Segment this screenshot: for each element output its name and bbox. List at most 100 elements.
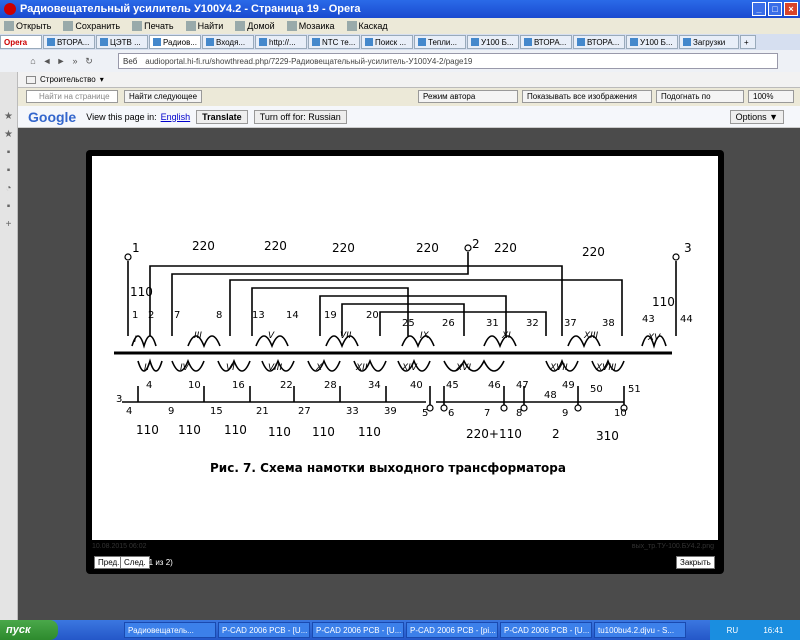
taskbar-item[interactable]: P-CAD 2006 PCB - [U... — [500, 622, 592, 638]
svg-text:13: 13 — [252, 310, 265, 321]
author-mode-select[interactable]: Режим автора — [418, 90, 518, 103]
system-tray: RU 16:41 — [710, 620, 800, 640]
panel-icon[interactable]: ▪ — [4, 202, 14, 212]
notes-icon[interactable]: ▪ — [4, 148, 14, 158]
svg-text:26: 26 — [442, 318, 455, 329]
tile-button[interactable]: Мозаика — [286, 21, 335, 31]
svg-text:16: 16 — [232, 380, 245, 391]
svg-text:1: 1 — [132, 310, 138, 321]
language-indicator[interactable]: RU — [727, 626, 739, 635]
svg-text:9: 9 — [168, 406, 174, 417]
bookmark-folder[interactable]: Строительство — [40, 75, 96, 84]
close-button[interactable]: × — [784, 2, 798, 16]
svg-text:50: 50 — [590, 384, 603, 395]
taskbar-item[interactable]: tu100bu4.2.djvu - S... — [594, 622, 686, 638]
url-text: audioportal.hi-fi.ru/showthread.php/7229… — [145, 56, 473, 66]
mail-panel-icon[interactable]: ▪ — [4, 166, 14, 176]
tab-active[interactable]: Радиов... — [149, 35, 201, 49]
svg-text:7: 7 — [174, 310, 180, 321]
back-icon[interactable]: ◄ — [40, 56, 54, 66]
widgets-icon[interactable]: ★ — [4, 130, 14, 140]
taskbar-item[interactable]: P-CAD 2006 PCB - [U... — [218, 622, 310, 638]
title-bar: Радиовещательный усилитель У100У4.2 - Ст… — [0, 0, 800, 18]
svg-text:2: 2 — [148, 310, 154, 321]
tab[interactable]: Тепли... — [414, 35, 466, 49]
zoom-select[interactable]: 100% — [748, 90, 794, 103]
winding-diagram: 1 2 3 220 220 220 220 220 220 110 110 I … — [114, 237, 693, 475]
svg-text:49: 49 — [562, 380, 575, 391]
tab[interactable]: NTC те... — [308, 35, 360, 49]
page-icon — [524, 38, 532, 46]
translate-button[interactable]: Translate — [196, 109, 248, 124]
tab[interactable]: ВТОРА... — [573, 35, 625, 49]
print-button[interactable]: Печать — [132, 21, 174, 31]
lightbox-close-button[interactable]: Закрыть — [676, 556, 715, 569]
save-button[interactable]: Сохранить — [63, 21, 120, 31]
svg-text:19: 19 — [324, 310, 337, 321]
language-select[interactable]: English — [161, 112, 191, 122]
tab[interactable]: ВТОРА... — [43, 35, 95, 49]
svg-text:25: 25 — [402, 318, 415, 329]
taskbar-item[interactable]: P-CAD 2006 PCB - [U... — [312, 622, 404, 638]
svg-text:47: 47 — [516, 380, 529, 391]
opera-menu-button[interactable]: Opera — [0, 35, 42, 49]
open-button[interactable]: Открыть — [4, 21, 51, 31]
address-bar: ⌂ ◄ ► » ↻ Веб audioportal.hi-fi.ru/showt… — [0, 50, 800, 72]
image-info: 10.08.2015 06:02 вых_тр.ТУ-100.БУ4.2.png — [92, 543, 718, 553]
winding-label: III — [194, 331, 202, 341]
tab[interactable]: У100 Б... — [467, 35, 519, 49]
voltage-label: 220 — [264, 239, 287, 253]
translate-prompt: View this page in: — [86, 111, 157, 122]
minimize-button[interactable]: _ — [752, 2, 766, 16]
svg-text:15: 15 — [210, 406, 223, 417]
find-next-button[interactable]: Найти следующее — [124, 90, 203, 103]
voltage-label: 110 — [268, 425, 291, 439]
maximize-button[interactable]: □ — [768, 2, 782, 16]
forward-icon[interactable]: ► — [54, 56, 68, 66]
history-icon[interactable]: ◔ — [4, 184, 14, 194]
add-tab-button[interactable]: + — [740, 35, 756, 49]
svg-text:8: 8 — [216, 310, 222, 321]
find-button[interactable]: Найти — [185, 21, 223, 31]
add-panel-icon[interactable]: + — [4, 220, 14, 230]
svg-text:7: 7 — [484, 408, 490, 419]
winding-label: XI — [501, 331, 511, 341]
tab[interactable]: ВТОРА... — [520, 35, 572, 49]
taskbar-item[interactable]: P-CAD 2006 PCB - [pi... — [406, 622, 498, 638]
tab[interactable]: Входя... — [202, 35, 254, 49]
google-logo: Google — [28, 108, 77, 125]
cascade-button[interactable]: Каскад — [346, 21, 388, 31]
taskbar: пуск Радиовещатель... P-CAD 2006 PCB - [… — [0, 620, 800, 640]
winding-label: V — [268, 331, 275, 341]
image-filename: вых_тр.ТУ-100.БУ4.2.png — [631, 543, 714, 550]
reload-icon[interactable]: ↻ — [82, 56, 96, 67]
tab[interactable]: У100 Б... — [626, 35, 678, 49]
tab[interactable]: Загрузки — [679, 35, 739, 49]
svg-text:39: 39 — [384, 406, 397, 417]
start-button[interactable]: пуск — [0, 620, 58, 640]
bookmarks-icon[interactable]: ★ — [4, 112, 14, 122]
prev-button[interactable]: Пред. — [94, 556, 124, 569]
home-nav-icon[interactable]: ⌂ — [26, 56, 40, 66]
tab[interactable]: Поиск ... — [361, 35, 413, 49]
home-button[interactable]: Домой — [235, 21, 275, 31]
find-input[interactable]: Найти на странице — [26, 90, 118, 103]
tab[interactable]: http://... — [255, 35, 307, 49]
fit-width-button[interactable]: Подогнать по ширине — [656, 90, 744, 113]
show-images-button[interactable]: Показывать все изображения — [522, 90, 652, 103]
turn-off-button[interactable]: Turn off for: Russian — [253, 109, 347, 124]
schematic-image: 1 2 3 220 220 220 220 220 220 110 110 I … — [92, 156, 718, 540]
tab[interactable]: ЦЭТВ ... — [96, 35, 148, 49]
find-icon — [185, 21, 196, 31]
fast-forward-icon[interactable]: » — [68, 56, 82, 66]
toolbar: Открыть Сохранить Печать Найти Домой Моз… — [0, 18, 800, 34]
page-icon — [577, 38, 585, 46]
taskbar-item[interactable]: Радиовещатель... — [124, 622, 216, 638]
web-label: Веб — [123, 56, 138, 66]
svg-text:27: 27 — [298, 406, 311, 417]
url-field[interactable]: Веб audioportal.hi-fi.ru/showthread.php/… — [118, 53, 778, 69]
options-button[interactable]: Options ▼ — [729, 109, 784, 124]
page-icon — [47, 38, 55, 46]
bookmarks-bar: Строительство ▾ — [0, 72, 800, 88]
winding-label: VI — [226, 363, 235, 373]
